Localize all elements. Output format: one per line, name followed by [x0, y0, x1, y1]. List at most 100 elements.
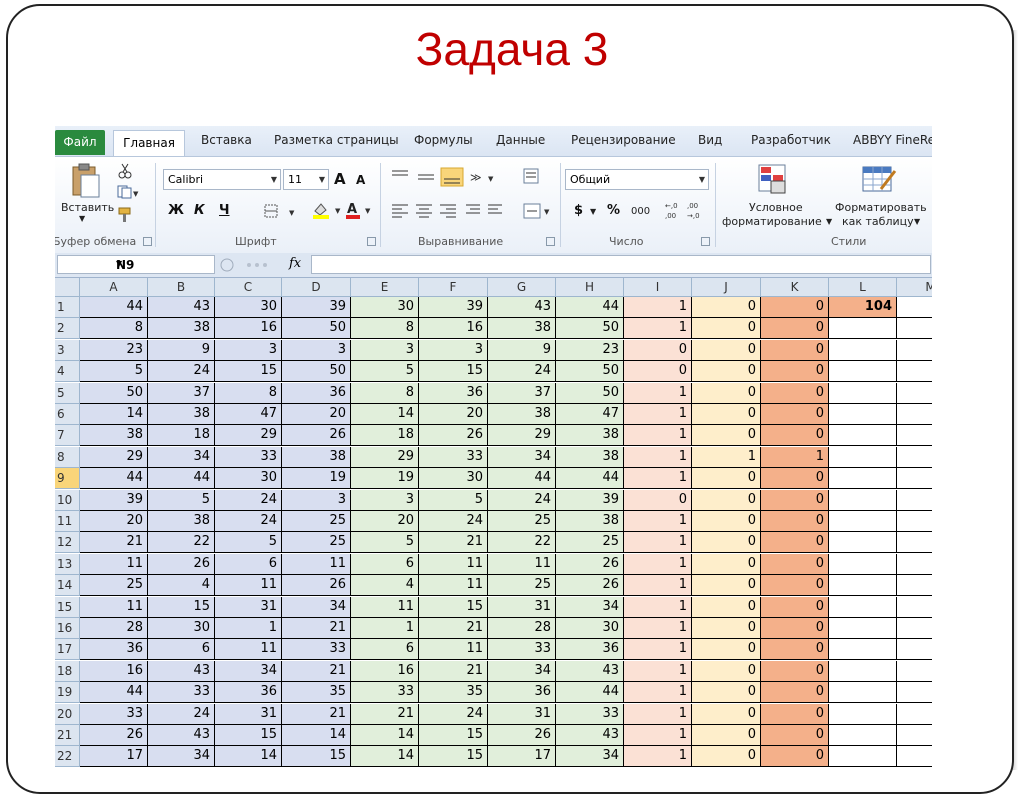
cell-j19[interactable]: 0 — [692, 682, 761, 703]
cell-f2[interactable]: 16 — [419, 318, 488, 339]
cell-c5[interactable]: 8 — [215, 383, 282, 404]
cell-k21[interactable]: 0 — [761, 725, 829, 746]
empty-cell[interactable] — [897, 490, 932, 511]
cell-b20[interactable]: 24 — [148, 704, 215, 725]
cell-i3[interactable]: 0 — [624, 340, 692, 361]
cell-g19[interactable]: 36 — [488, 682, 556, 703]
cell-h11[interactable]: 38 — [556, 511, 624, 532]
cell-k19[interactable]: 0 — [761, 682, 829, 703]
cell-a17[interactable]: 36 — [80, 639, 148, 660]
cell-j13[interactable]: 0 — [692, 554, 761, 575]
borders-icon[interactable]: ▼ — [263, 203, 303, 219]
cell-e12[interactable]: 5 — [351, 532, 419, 553]
horizontal-align-icons[interactable] — [390, 203, 510, 219]
cell-g12[interactable]: 22 — [488, 532, 556, 553]
cell-i14[interactable]: 1 — [624, 575, 692, 596]
cell-c6[interactable]: 47 — [215, 404, 282, 425]
cell-h1[interactable]: 44 — [556, 297, 624, 318]
cut-icon[interactable] — [117, 163, 133, 179]
cell-a3[interactable]: 23 — [80, 340, 148, 361]
cell-f19[interactable]: 35 — [419, 682, 488, 703]
number-launcher-icon[interactable] — [701, 237, 710, 246]
cell-e6[interactable]: 14 — [351, 404, 419, 425]
tab-home[interactable]: Главная — [113, 130, 185, 157]
cell-k18[interactable]: 0 — [761, 661, 829, 682]
cell-f21[interactable]: 15 — [419, 725, 488, 746]
cell-f3[interactable]: 3 — [419, 340, 488, 361]
empty-cell[interactable] — [829, 404, 897, 425]
cell-d4[interactable]: 50 — [282, 361, 351, 382]
cell-g20[interactable]: 31 — [488, 704, 556, 725]
cell-c14[interactable]: 11 — [215, 575, 282, 596]
cell-d5[interactable]: 36 — [282, 383, 351, 404]
cell-h5[interactable]: 50 — [556, 383, 624, 404]
format-as-table-label-1[interactable]: Форматировать — [835, 201, 927, 214]
row-header[interactable]: 7 — [55, 425, 80, 446]
cell-c4[interactable]: 15 — [215, 361, 282, 382]
select-all-corner[interactable] — [55, 278, 80, 297]
cell-i12[interactable]: 1 — [624, 532, 692, 553]
cell-g8[interactable]: 34 — [488, 447, 556, 468]
cell-c17[interactable]: 11 — [215, 639, 282, 660]
cell-g13[interactable]: 11 — [488, 554, 556, 575]
cell-b14[interactable]: 4 — [148, 575, 215, 596]
cell-c20[interactable]: 31 — [215, 704, 282, 725]
cell-a4[interactable]: 5 — [80, 361, 148, 382]
cell-b16[interactable]: 30 — [148, 618, 215, 639]
tab-abbyy[interactable]: ABBYY FineRea — [853, 133, 932, 147]
cell-i17[interactable]: 1 — [624, 639, 692, 660]
empty-cell[interactable] — [829, 318, 897, 339]
cell-f7[interactable]: 26 — [419, 425, 488, 446]
cell-e22[interactable]: 14 — [351, 746, 419, 767]
cell-d6[interactable]: 20 — [282, 404, 351, 425]
cell-f20[interactable]: 24 — [419, 704, 488, 725]
empty-cell[interactable] — [829, 618, 897, 639]
empty-cell[interactable] — [897, 746, 932, 767]
empty-cell[interactable] — [897, 704, 932, 725]
column-header-l[interactable]: L — [829, 278, 897, 297]
grow-font-button[interactable]: A — [334, 170, 346, 188]
format-as-table-label-2[interactable]: как таблицу — [842, 215, 914, 228]
empty-cell[interactable] — [897, 725, 932, 746]
cell-j12[interactable]: 0 — [692, 532, 761, 553]
row-header[interactable]: 14 — [55, 575, 80, 596]
clipboard-launcher-icon[interactable] — [143, 237, 152, 246]
cell-e13[interactable]: 6 — [351, 554, 419, 575]
row-header[interactable]: 19 — [55, 682, 80, 703]
cell-h19[interactable]: 44 — [556, 682, 624, 703]
cell-b12[interactable]: 22 — [148, 532, 215, 553]
empty-cell[interactable] — [897, 575, 932, 596]
cell-e7[interactable]: 18 — [351, 425, 419, 446]
empty-cell[interactable] — [829, 490, 897, 511]
cell-b22[interactable]: 34 — [148, 746, 215, 767]
cell-i10[interactable]: 0 — [624, 490, 692, 511]
column-header-c[interactable]: C — [215, 278, 282, 297]
cell-i22[interactable]: 1 — [624, 746, 692, 767]
cell-c9[interactable]: 30 — [215, 468, 282, 489]
cell-k3[interactable]: 0 — [761, 340, 829, 361]
cell-d18[interactable]: 21 — [282, 661, 351, 682]
cell-g22[interactable]: 17 — [488, 746, 556, 767]
empty-cell[interactable] — [829, 746, 897, 767]
cell-k5[interactable]: 0 — [761, 383, 829, 404]
cell-h22[interactable]: 34 — [556, 746, 624, 767]
cell-c22[interactable]: 14 — [215, 746, 282, 767]
cell-c18[interactable]: 34 — [215, 661, 282, 682]
cell-j3[interactable]: 0 — [692, 340, 761, 361]
cell-k10[interactable]: 0 — [761, 490, 829, 511]
cell-b8[interactable]: 34 — [148, 447, 215, 468]
cell-g2[interactable]: 38 — [488, 318, 556, 339]
cell-b5[interactable]: 37 — [148, 383, 215, 404]
cell-c1[interactable]: 30 — [215, 297, 282, 318]
cell-j22[interactable]: 0 — [692, 746, 761, 767]
chevron-down-icon[interactable]: ▼ — [826, 217, 832, 226]
cell-j17[interactable]: 0 — [692, 639, 761, 660]
paste-button[interactable]: Вставить — [61, 201, 114, 214]
empty-cell[interactable] — [897, 404, 932, 425]
tab-file[interactable]: Файл — [55, 130, 105, 155]
cell-j9[interactable]: 0 — [692, 468, 761, 489]
cell-k7[interactable]: 0 — [761, 425, 829, 446]
cell-a7[interactable]: 38 — [80, 425, 148, 446]
empty-cell[interactable] — [897, 639, 932, 660]
empty-cell[interactable] — [829, 511, 897, 532]
